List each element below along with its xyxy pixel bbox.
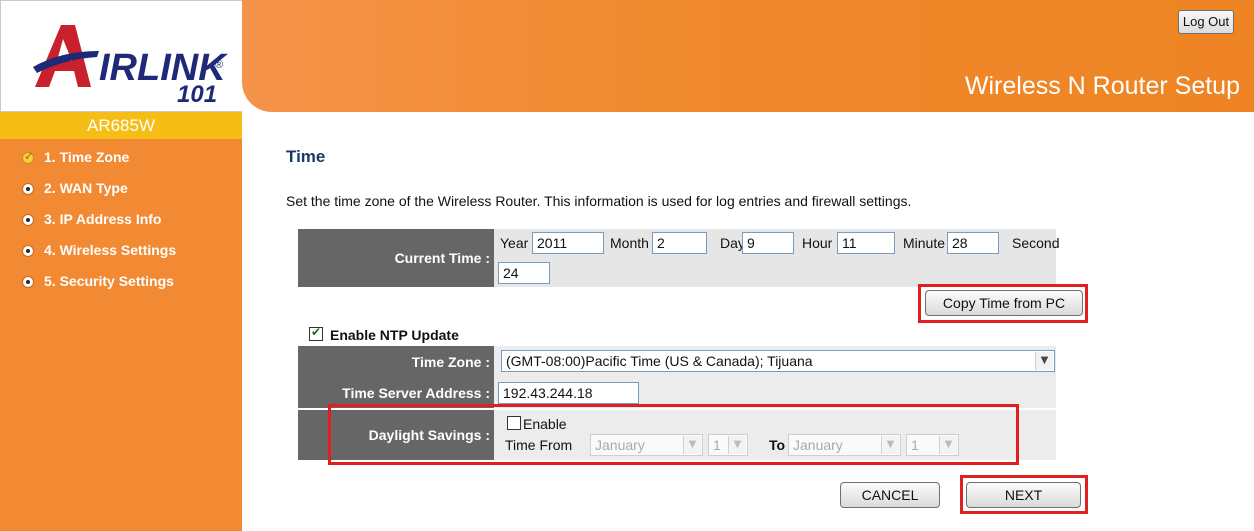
second-input[interactable]: 24 (498, 262, 550, 284)
copy-time-highlight (918, 284, 1088, 323)
year-input[interactable]: 2011 (532, 232, 604, 254)
model-name: AR685W (0, 112, 242, 139)
nav-item-label: 3. IP Address Info (44, 211, 162, 227)
current-time-label: Current Time : (298, 229, 494, 287)
month-label: Month (610, 235, 649, 251)
minute-input[interactable]: 28 (947, 232, 999, 254)
minute-label: Minute (903, 235, 946, 251)
nav-item-label: 5. Security Settings (44, 273, 174, 289)
nav-item-ip-address-info[interactable]: 3. IP Address Info (0, 208, 242, 239)
step-radio-icon (22, 245, 34, 257)
next-button-highlight (960, 475, 1088, 514)
day-input[interactable]: 9 (742, 232, 794, 254)
page-description: Set the time zone of the Wireless Router… (286, 193, 912, 209)
time-server-input[interactable]: 192.43.244.18 (498, 382, 639, 404)
nav-item-label: 2. WAN Type (44, 180, 128, 196)
setup-steps-nav: ✓ 1. Time Zone 2. WAN Type 3. IP Address… (0, 146, 242, 301)
nav-item-wireless-settings[interactable]: 4. Wireless Settings (0, 239, 242, 270)
nav-item-security-settings[interactable]: 5. Security Settings (0, 270, 242, 301)
hour-label: Hour (802, 235, 833, 251)
airlink-a-icon (33, 25, 99, 87)
month-input[interactable]: 2 (652, 232, 707, 254)
router-setup-page: IRLINK ® 101 AR685W ✓ 1. Time Zone 2. WA… (0, 0, 1254, 531)
check-icon: ✓ (24, 149, 35, 163)
second-label: Second (1012, 235, 1060, 251)
logo-registered-mark: ® (215, 59, 224, 71)
logo-number: 101 (177, 81, 218, 108)
chevron-down-icon: ▼ (1035, 352, 1053, 370)
logout-button[interactable]: Log Out (1178, 10, 1234, 34)
nav-item-wan-type[interactable]: 2. WAN Type (0, 177, 242, 208)
step-radio-icon (22, 214, 34, 226)
hour-input[interactable]: 11 (837, 232, 895, 254)
timezone-value: (GMT-08:00)Pacific Time (US & Canada); T… (506, 353, 813, 369)
step-radio-icon (22, 183, 34, 195)
nav-item-time-zone[interactable]: ✓ 1. Time Zone (0, 146, 242, 177)
enable-ntp-checkbox[interactable] (309, 325, 323, 341)
page-title: Time (286, 147, 326, 166)
year-label: Year (500, 235, 529, 251)
daylight-savings-highlight (328, 404, 1019, 465)
nav-item-label: 1. Time Zone (44, 149, 130, 165)
nav-item-label: 4. Wireless Settings (44, 242, 177, 258)
cancel-button[interactable]: CANCEL (840, 482, 940, 508)
airlink-logo: IRLINK ® 101 (0, 0, 242, 112)
sidebar: IRLINK ® 101 AR685W ✓ 1. Time Zone 2. WA… (0, 0, 242, 531)
timezone-select[interactable]: (GMT-08:00)Pacific Time (US & Canada); T… (501, 350, 1055, 372)
header-title: Wireless N Router Setup (964, 72, 1240, 100)
header-banner: Log Out Wireless N Router Setup (242, 0, 1254, 112)
enable-ntp-label: Enable NTP Update (330, 327, 459, 343)
step-radio-icon (22, 276, 34, 288)
timezone-label: Time Zone : (298, 346, 494, 378)
